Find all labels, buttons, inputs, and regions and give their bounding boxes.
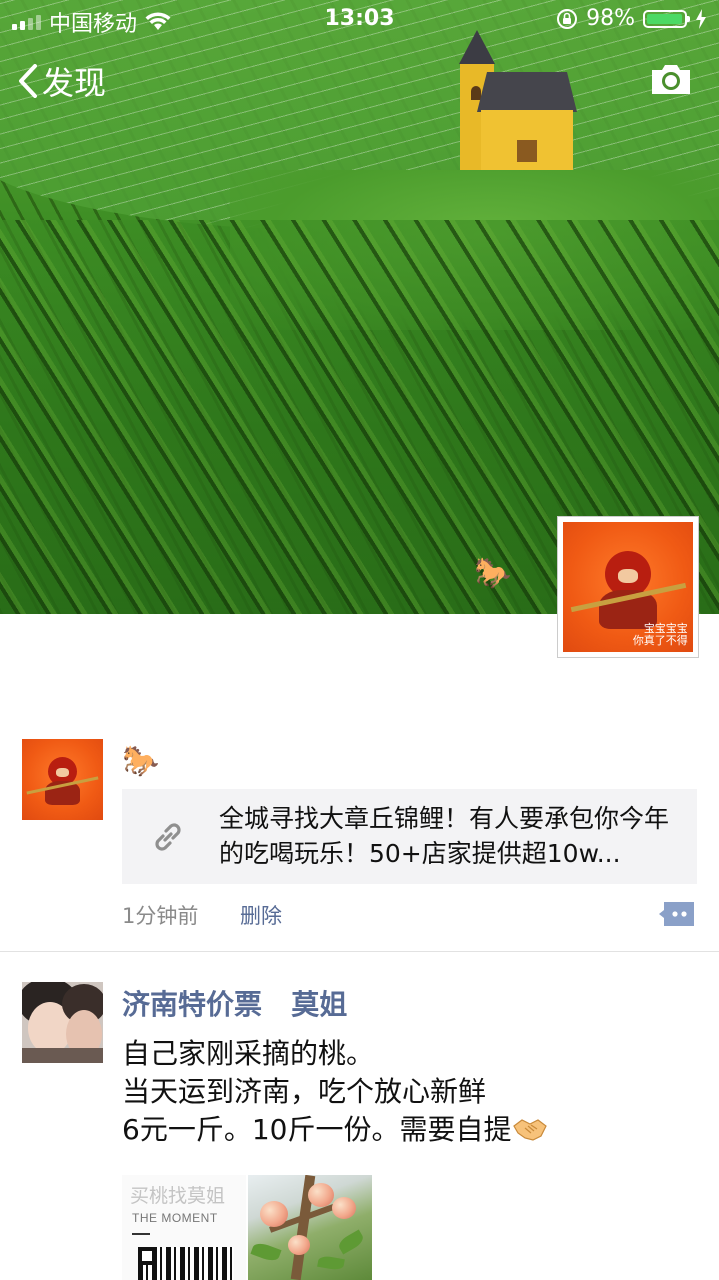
horse-emoji-decoration: 🐎 — [474, 556, 512, 591]
back-label: 发现 — [42, 64, 107, 102]
link-title: 全城寻找大章丘锦鲤！有人要承包你今年的吃喝玩乐！50+店家提供超10w... — [219, 804, 670, 868]
monkey-king-picture — [22, 739, 103, 820]
camera-button[interactable] — [649, 62, 693, 100]
post-image-peaches[interactable] — [248, 1175, 372, 1280]
post-emoji: 🐎 — [122, 744, 160, 779]
chevron-left-icon — [19, 64, 37, 98]
post-line: 6元一斤。10斤一份。需要自提 — [122, 1113, 512, 1146]
post-time: 1分钟前 — [122, 904, 199, 928]
status-bar: 中国移动 13:03 98% — [0, 0, 719, 40]
post-author-name[interactable]: 济南特价票 莫姐 — [122, 983, 347, 1023]
post-text: 自己家刚采摘的桃。 当天运到济南，吃个放心新鲜 6元一斤。10斤一份。需要自提 — [122, 1035, 548, 1149]
avatar-photo — [22, 982, 103, 1063]
delete-button[interactable]: 删除 — [240, 900, 282, 930]
divider — [0, 951, 719, 952]
qr-code — [138, 1247, 234, 1280]
image-text-title: 买桃找莫姐 — [130, 1185, 226, 1207]
avatar-caption-2: 你真了不得 — [632, 633, 688, 647]
post-line: 自己家刚采摘的桃。 — [122, 1037, 375, 1070]
link-icon — [155, 823, 181, 851]
camera-icon — [652, 65, 690, 94]
image-text-subtitle: THE MOMENT — [132, 1211, 218, 1225]
post-image-qr-card[interactable]: 买桃找莫姐 THE MOMENT — [122, 1175, 246, 1280]
battery-icon — [643, 9, 690, 28]
rotation-lock-icon — [557, 8, 578, 29]
back-button[interactable]: 发现 — [18, 58, 106, 104]
monkey-king-picture: 宝宝宝宝 你真了不得 — [563, 522, 693, 652]
comment-icon[interactable] — [658, 900, 696, 928]
post-line: 当天运到济南，吃个放心新鲜 — [122, 1075, 487, 1108]
profile-avatar[interactable]: 宝宝宝宝 你真了不得 — [557, 516, 699, 658]
chapel — [455, 30, 577, 170]
battery-percent: 98% — [586, 6, 635, 31]
handshake-icon — [513, 1119, 548, 1141]
shared-link-card[interactable]: 全城寻找大章丘锦鲤！有人要承包你今年的吃喝玩乐！50+店家提供超10w... — [122, 789, 697, 884]
charging-icon — [696, 8, 706, 29]
post-author-avatar[interactable] — [22, 739, 103, 820]
post-author-avatar[interactable] — [22, 982, 103, 1063]
